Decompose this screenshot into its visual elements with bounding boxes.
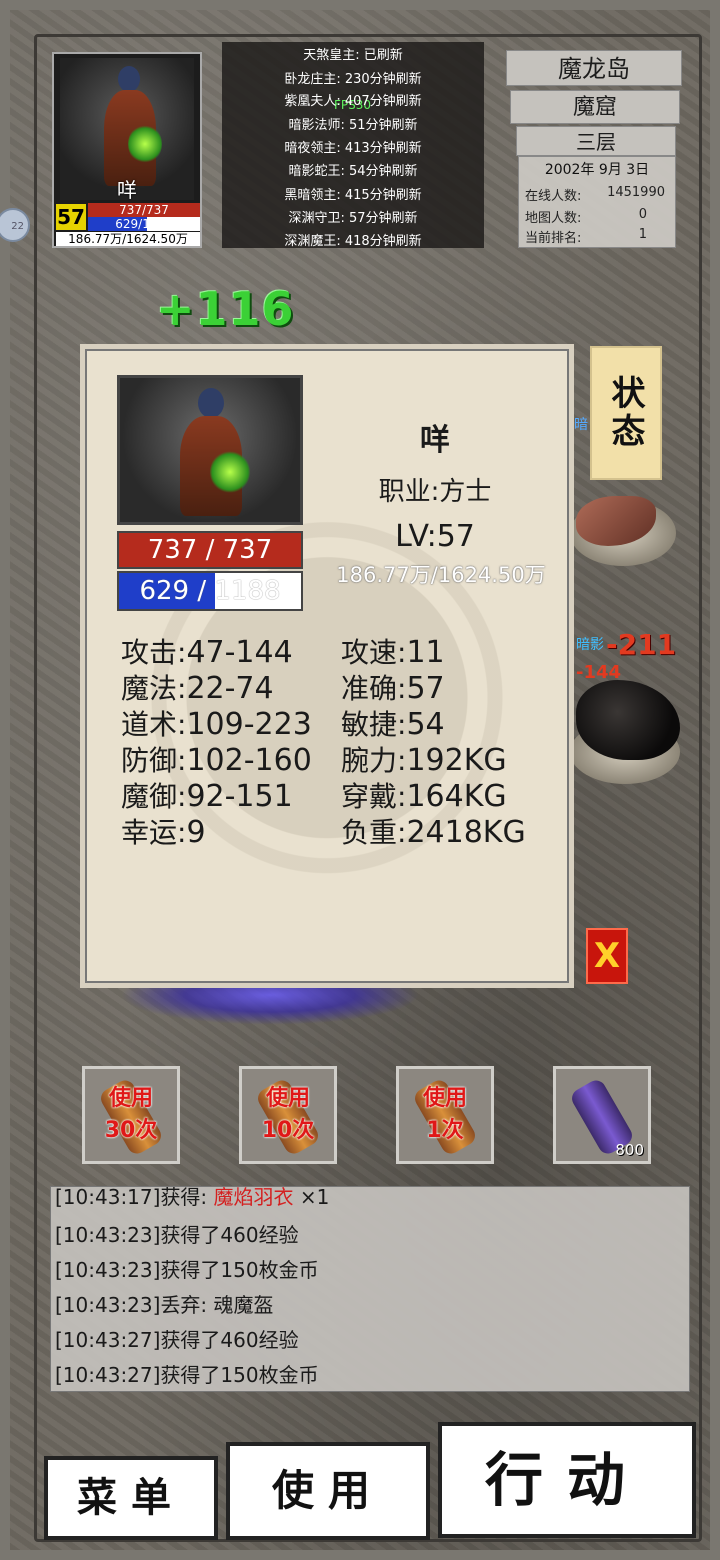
character-portrait — [117, 375, 303, 525]
player-name: 咩 — [117, 178, 137, 202]
character-job: 职业:方士 — [378, 477, 492, 507]
stat-luck: 幸运:9 — [121, 815, 206, 850]
item-label: 使用 10次 — [261, 1086, 315, 1143]
player-portrait[interactable]: 咩 57 737/737 629/1188 186.77万/1624.50万 — [52, 52, 202, 248]
player-mp-text: 629/1188 — [115, 217, 173, 231]
message-log[interactable]: [10:43:17]获得: 魔焰羽衣 ×1 [10:43:23]获得了460经验… — [50, 1186, 690, 1392]
character-exp: 186.77万/1624.50万 — [336, 563, 546, 587]
log-line: [10:43:23]丢弃: 魂魔盔 — [55, 1293, 274, 1317]
boss-item: 卧龙庄主: 230分钟刷新 — [284, 72, 422, 87]
zone-name[interactable]: 魔窟 — [510, 90, 680, 124]
floor-name[interactable]: 三层 — [516, 126, 676, 156]
item-slot-use-30[interactable]: 使用 30次 — [82, 1066, 180, 1164]
stat-agility: 敏捷:54 — [341, 707, 445, 742]
close-button[interactable]: X — [586, 928, 628, 984]
map-player-count: 地图人数: 0 — [525, 207, 647, 226]
action-button[interactable]: 行动 — [438, 1422, 696, 1538]
map-name[interactable]: 魔龙岛 — [506, 50, 682, 86]
stat-tao: 道术:109-223 — [121, 707, 312, 742]
character-level: LV:57 — [395, 519, 475, 554]
stat-magic: 魔法:22-74 — [121, 671, 274, 706]
online-count: 在线人数: 1451990 — [525, 185, 665, 204]
stat-attack: 攻击:47-144 — [121, 635, 293, 670]
item-label: 使用 1次 — [422, 1086, 467, 1143]
boss-item: 天煞皇主: 已刷新 — [303, 48, 403, 63]
current-rank: 当前排名: 1 — [525, 227, 647, 246]
sheet-mp-text: 629 / 1188 — [139, 576, 281, 606]
log-line: [10:43:27]获得了460经验 — [55, 1328, 299, 1352]
item-slot-use-1[interactable]: 使用 1次 — [396, 1066, 494, 1164]
heal-number: +116 — [156, 282, 295, 336]
player-level: 57 — [56, 204, 86, 230]
sheet-hp-bar: 737 / 737 — [117, 531, 303, 569]
stat-wear-weight: 穿戴:164KG — [341, 779, 507, 814]
damage-number: -211 — [606, 628, 677, 661]
log-line: [10:43:17]获得: 魔焰羽衣 ×1 — [55, 1186, 330, 1209]
log-line: [10:43:23]获得了150枚金币 — [55, 1258, 319, 1282]
boss-item: 黑暗领主: 415分钟刷新 — [284, 188, 422, 203]
sheet-mp-bar: 629 / 1188 — [117, 571, 303, 611]
player-mp-bar: 629/1188 — [88, 217, 200, 231]
stat-hand-weight: 腕力:192KG — [341, 743, 507, 778]
hero-figure — [174, 386, 250, 520]
game-screen: 22 咩 57 737/737 629/1188 186.77万/1624.50… — [0, 0, 720, 1560]
item-slot-use-10[interactable]: 使用 10次 — [239, 1066, 337, 1164]
boss-item: 深渊魔王: 418分钟刷新 — [284, 234, 422, 248]
server-info: 2002年 9月 3日 在线人数: 1451990 地图人数: 0 当前排名: 1 — [518, 156, 676, 248]
player-hp-bar: 737/737 — [88, 203, 200, 217]
item-slot-scroll-stack[interactable]: 800 — [553, 1066, 651, 1164]
boss-item: 暗影法师: 51分钟刷新 — [288, 118, 418, 133]
player-exp: 186.77万/1624.50万 — [56, 232, 200, 246]
menu-button[interactable]: 菜单 — [44, 1456, 218, 1540]
boss-item: 暗影蛇王: 54分钟刷新 — [288, 164, 418, 179]
log-line: [10:43:23]获得了460经验 — [55, 1223, 299, 1247]
game-date: 2002年 9月 3日 — [544, 162, 650, 178]
stat-accuracy: 准确:57 — [341, 671, 445, 706]
boss-item: 紫凰夫人: 407分钟刷新 — [284, 94, 422, 109]
side-badge[interactable]: 22 — [0, 208, 30, 242]
monster-tag: 暗 — [574, 417, 588, 433]
use-button[interactable]: 使用 — [226, 1442, 430, 1540]
boss-item: 暗夜领主: 413分钟刷新 — [284, 141, 422, 156]
stat-bag-weight: 负重:2418KG — [341, 815, 526, 850]
character-name: 咩 — [420, 423, 450, 458]
log-line: [10:43:27]获得了150枚金币 — [55, 1363, 319, 1387]
item-label: 使用 30次 — [104, 1086, 158, 1143]
status-tab[interactable]: 状态 — [590, 346, 662, 480]
boss-refresh-list: FPS30 天煞皇主: 已刷新 卧龙庄主: 230分钟刷新 紫凰夫人: 407分… — [222, 42, 484, 248]
stat-magic-defense: 魔御:92-151 — [121, 779, 293, 814]
item-count: 800 — [615, 1141, 644, 1159]
character-sheet: 737 / 737 629 / 1188 咩 职业:方士 LV:57 186.7… — [80, 344, 574, 988]
boss-item: 深渊守卫: 57分钟刷新 — [288, 211, 418, 226]
stat-attack-speed: 攻速:11 — [341, 635, 445, 670]
stat-defense: 防御:102-160 — [121, 743, 312, 778]
damage-number: -144 — [576, 662, 622, 683]
monster-tag: 暗影 — [576, 637, 604, 653]
